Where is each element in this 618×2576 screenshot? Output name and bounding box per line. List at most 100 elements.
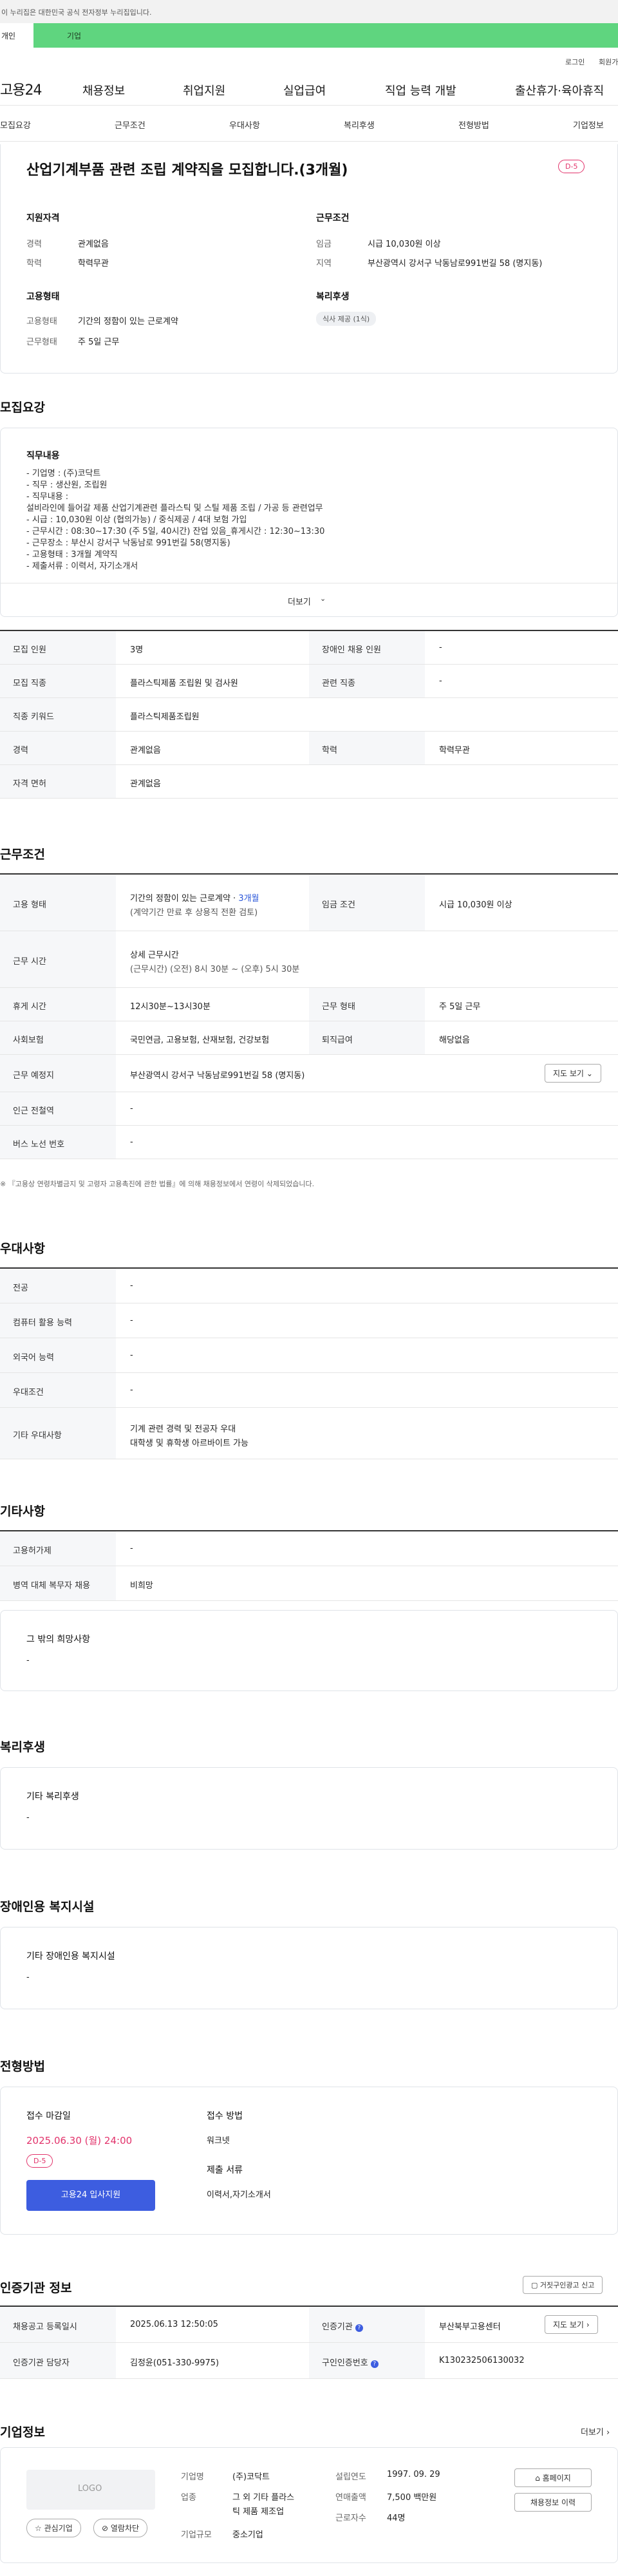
table-row: 전공 -: [0, 1269, 618, 1303]
tab-recruit[interactable]: 모집요강: [0, 118, 31, 131]
table-key: 전공: [13, 1283, 28, 1293]
welfare-card: 기타 복리후생 -: [0, 1767, 618, 1850]
site-logo[interactable]: 고용24: [0, 79, 42, 99]
employment-type-label: 고용형태: [26, 292, 60, 302]
table-value: -: [130, 1137, 133, 1147]
recruit-table: 모집 인원 3명 장애인 채용 인원 - 모집 직종 플라스틱제품 조립원 및 …: [0, 630, 618, 799]
homepage-button[interactable]: ⌂ 홈페이지: [514, 2468, 592, 2487]
company-logo: LOGO: [26, 2470, 155, 2510]
table-key: 근무 형태: [322, 1002, 355, 1012]
table-row: 근무 예정지 부산광역시 강서구 낙동남로991번길 58 (명지동) 지도 보…: [0, 1055, 618, 1092]
table-value: 기계 관련 경력 및 전공자 우대: [130, 1425, 236, 1434]
welfare-pill: 식사 제공 (1식): [316, 312, 377, 326]
tab-work-conditions[interactable]: 근무조건: [115, 118, 145, 131]
table-row: 채용공고 등록일시 2025.06.13 12:50:05 인증기관? 부산북부…: [0, 2307, 618, 2343]
duty-line: - 시급 : 10,030원 이상 (협의가능) / 중식제공 / 4대 보험 …: [26, 515, 247, 525]
recruit-heading: 모집요강: [0, 401, 45, 415]
company-heading: 기업정보: [0, 2425, 45, 2439]
gov-banner: 이 누리집은 대한민국 공식 전자정부 누리집입니다.: [0, 0, 618, 23]
employment-type-value: 기간의 정함이 있는 근로계약: [78, 317, 178, 327]
wage-key: 임금: [316, 240, 332, 249]
gnb-menu-unemployment[interactable]: 실업급여: [283, 82, 326, 99]
region-key: 지역: [316, 259, 332, 269]
table-key: 외국어 능력: [13, 1353, 54, 1363]
staff-value: 44명: [387, 2514, 406, 2523]
map-button[interactable]: 지도 보기 ⌄: [545, 1064, 601, 1083]
chevron-down-icon: ⌄: [586, 1069, 593, 1078]
table-row: 인근 전철역 -: [0, 1092, 618, 1126]
docs-label: 제출 서류: [207, 2165, 243, 2175]
industry-value: 그 외 기타 플라스: [232, 2493, 295, 2503]
tab-welfare[interactable]: 복리후생: [344, 118, 375, 131]
region-value: 부산광역시 강서구 낙동남로991번길 58 (명지동): [368, 259, 543, 269]
tab-company[interactable]: 기업: [33, 23, 81, 48]
table-key: 버스 노선 번호: [13, 1140, 65, 1150]
gnb-menu-jobs[interactable]: 채용정보: [82, 82, 125, 99]
work-table: 고용 형태 기간의 정함이 있는 근로계약 · 3개월 (계약기간 만료 후 상…: [0, 873, 618, 1159]
gnb-menu-employment-support[interactable]: 취업지원: [183, 82, 225, 99]
logo-placeholder-text: LOGO: [78, 2484, 102, 2494]
table-key: 자격 면허: [13, 779, 46, 789]
sales-key: 연매출액: [335, 2493, 366, 2503]
established-value: 1997. 09. 29: [387, 2470, 440, 2479]
table-row: 고용허가제 -: [0, 1531, 618, 1566]
join-link[interactable]: 회원가입: [599, 57, 618, 67]
work-heading: 근무조건: [0, 848, 45, 862]
company-more-link[interactable]: 더보기 ›: [581, 2425, 610, 2438]
table-key: 장애인 채용 인원: [322, 645, 381, 655]
hope-value: -: [26, 1656, 30, 1665]
duty-content: - 기업명 : (주)코닥트 - 직무 : 생산원, 조립원 - 직무내용 : …: [26, 468, 324, 573]
table-value: 12시30분~13시30분: [130, 1002, 211, 1012]
block-icon: ⊘: [102, 2524, 109, 2533]
work-shape-key: 근무형태: [26, 337, 57, 347]
tab-personal[interactable]: 개인: [0, 23, 33, 48]
process-card: 접수 마감일 2025.06.30 (월) 24:00 D-5 고용24 입사지…: [0, 2087, 618, 2235]
education-key: 학력: [26, 259, 42, 269]
process-dday-badge: D-5: [26, 2154, 53, 2168]
auth-table: 채용공고 등록일시 2025.06.13 12:50:05 인증기관? 부산북부…: [0, 2306, 618, 2379]
more-button[interactable]: 더보기 ⌄: [1, 583, 617, 618]
conditions-label: 근무조건: [316, 213, 350, 223]
login-link[interactable]: 로그인: [565, 57, 585, 67]
apply-button[interactable]: 고용24 입사지원: [26, 2180, 155, 2211]
info-icon[interactable]: ?: [355, 2324, 363, 2332]
others-table: 고용허가제 - 병역 대체 복무자 채용 비희망: [0, 1530, 618, 1601]
table-key: 임금 조건: [322, 900, 355, 910]
employment-note: (계약기간 만료 후 상용직 전환 검토): [130, 908, 258, 918]
table-value: 시급 10,030원 이상: [439, 900, 512, 910]
auth-heading: 인증기관 정보: [0, 2281, 72, 2295]
info-icon[interactable]: ?: [370, 2360, 379, 2368]
welfare-other-value: -: [26, 1813, 30, 1823]
education-value: 학력무관: [78, 259, 109, 269]
duty-line: - 고용형태 : 3개월 계약직: [26, 550, 118, 560]
gnb-menu-training[interactable]: 직업 능력 개발: [385, 82, 456, 99]
table-row: 인증기관 담당자 김정윤(051-330-9975) 구인인증번호? K1302…: [0, 2343, 618, 2379]
tab-preferences[interactable]: 우대사항: [229, 118, 260, 131]
tab-process[interactable]: 전형방법: [458, 118, 489, 131]
table-key: 근무 예정지: [13, 1071, 54, 1081]
table-row: 모집 직종 플라스틱제품 조립원 및 검사원 관련 직종 -: [0, 665, 618, 698]
table-row: 외국어 능력 -: [0, 1338, 618, 1373]
duty-line: - 직무내용 :: [26, 492, 69, 502]
work-shape-value: 주 5일 근무: [78, 337, 120, 347]
home-icon: ⌂: [535, 2474, 540, 2483]
chevron-right-icon: ›: [586, 2320, 590, 2329]
welfare-other-label: 기타 복리후생: [26, 1792, 79, 1802]
career-key: 경력: [26, 240, 42, 249]
table-row: 모집 인원 3명 장애인 채용 인원 -: [0, 631, 618, 665]
duty-line: - 근무시간 : 08:30~17:30 (주 5일, 40시간) 잔업 있음_…: [26, 527, 325, 536]
disability-label: 기타 장애인용 복지시설: [26, 1951, 115, 1962]
preference-table: 전공 - 컴퓨터 활용 능력 - 외국어 능력 - 우대조건 - 기타 우대사항…: [0, 1267, 618, 1459]
utility-bar: 로그인 회원가입: [0, 48, 618, 70]
recruit-history-button[interactable]: 채용정보 이력: [514, 2493, 592, 2512]
table-key: 휴게 시간: [13, 1002, 46, 1012]
gnb-menu-leave[interactable]: 출산휴가·육아휴직: [515, 82, 604, 99]
auth-map-button[interactable]: 지도 보기 ›: [545, 2315, 598, 2334]
table-key: 사회보험: [13, 1036, 44, 1045]
favorite-company-button[interactable]: ☆ 관심기업: [26, 2519, 81, 2537]
report-button[interactable]: ▢ 거짓구인광고 신고: [523, 2276, 603, 2294]
tab-company-info[interactable]: 기업정보: [573, 118, 604, 131]
docs-value: 이력서,자기소개서: [207, 2190, 271, 2200]
block-view-button[interactable]: ⊘ 열람차단: [93, 2519, 148, 2537]
duty-label: 직무내용: [26, 451, 60, 461]
